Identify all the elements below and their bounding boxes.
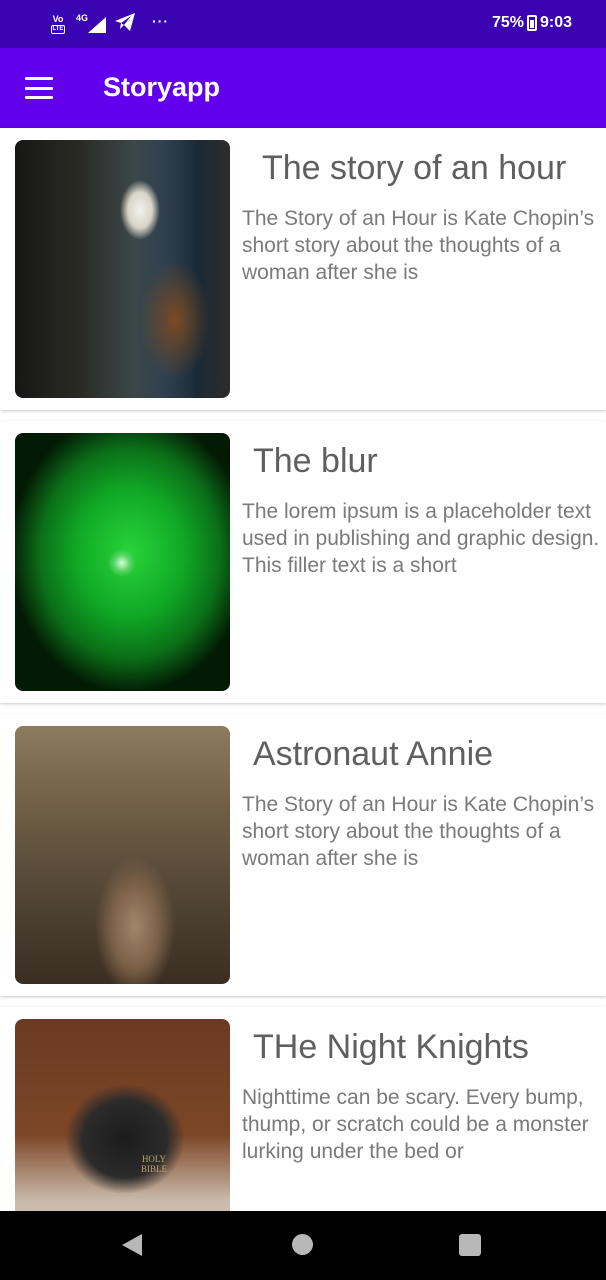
story-description: The lorem ipsum is a placeholder text us… xyxy=(242,500,600,577)
story-thumbnail xyxy=(15,433,230,691)
status-bar: Vo LTE 4G ··· 75% 9:03 xyxy=(0,0,606,48)
story-description: The Story of an Hour is Kate Chopin’s sh… xyxy=(242,207,595,284)
story-card[interactable]: The story of an hour The Story of an Hou… xyxy=(0,128,606,410)
story-card[interactable]: Astronaut Annie The Story of an Hour is … xyxy=(0,714,606,996)
battery-icon xyxy=(526,15,537,31)
volte-icon: Vo LTE xyxy=(48,13,68,35)
volte-label: Vo xyxy=(52,13,64,24)
home-circle-icon[interactable] xyxy=(292,1234,313,1255)
bible-cover-art: HOLY BIBLE xyxy=(141,1154,167,1174)
system-nav-bar xyxy=(0,1211,606,1280)
battery-percent: 75% xyxy=(491,14,524,31)
network-type: 4G xyxy=(76,13,89,23)
lte-label: LTE xyxy=(50,24,66,34)
story-title: Astronaut Annie xyxy=(253,735,494,773)
app-bar: Storyapp xyxy=(0,48,606,128)
screen: Vo LTE 4G ··· 75% 9:03 Storyapp The stor… xyxy=(0,0,606,1280)
status-left-icons: Vo LTE 4G ··· xyxy=(48,10,169,38)
hamburger-menu-icon[interactable] xyxy=(20,70,58,106)
clock: 9:03 xyxy=(539,14,572,31)
story-description: The Story of an Hour is Kate Chopin’s sh… xyxy=(242,793,595,870)
story-title: The blur xyxy=(253,442,378,480)
app-title: Storyapp xyxy=(103,72,221,102)
telegram-icon xyxy=(114,12,136,37)
status-right: 75% 9:03 xyxy=(492,14,572,32)
story-title: THe Night Knights xyxy=(253,1028,529,1066)
story-card[interactable]: The blur The lorem ipsum is a placeholde… xyxy=(0,421,606,703)
recents-square-icon[interactable] xyxy=(459,1234,481,1256)
story-title: The story of an hour xyxy=(262,149,567,187)
story-description: Nighttime can be scary. Every bump, thum… xyxy=(242,1086,589,1163)
story-thumbnail xyxy=(15,726,230,984)
more-notifications-icon: ··· xyxy=(152,13,169,29)
back-triangle-icon[interactable] xyxy=(122,1234,142,1256)
signal-icon: 4G xyxy=(76,13,106,35)
story-thumbnail xyxy=(15,140,230,398)
